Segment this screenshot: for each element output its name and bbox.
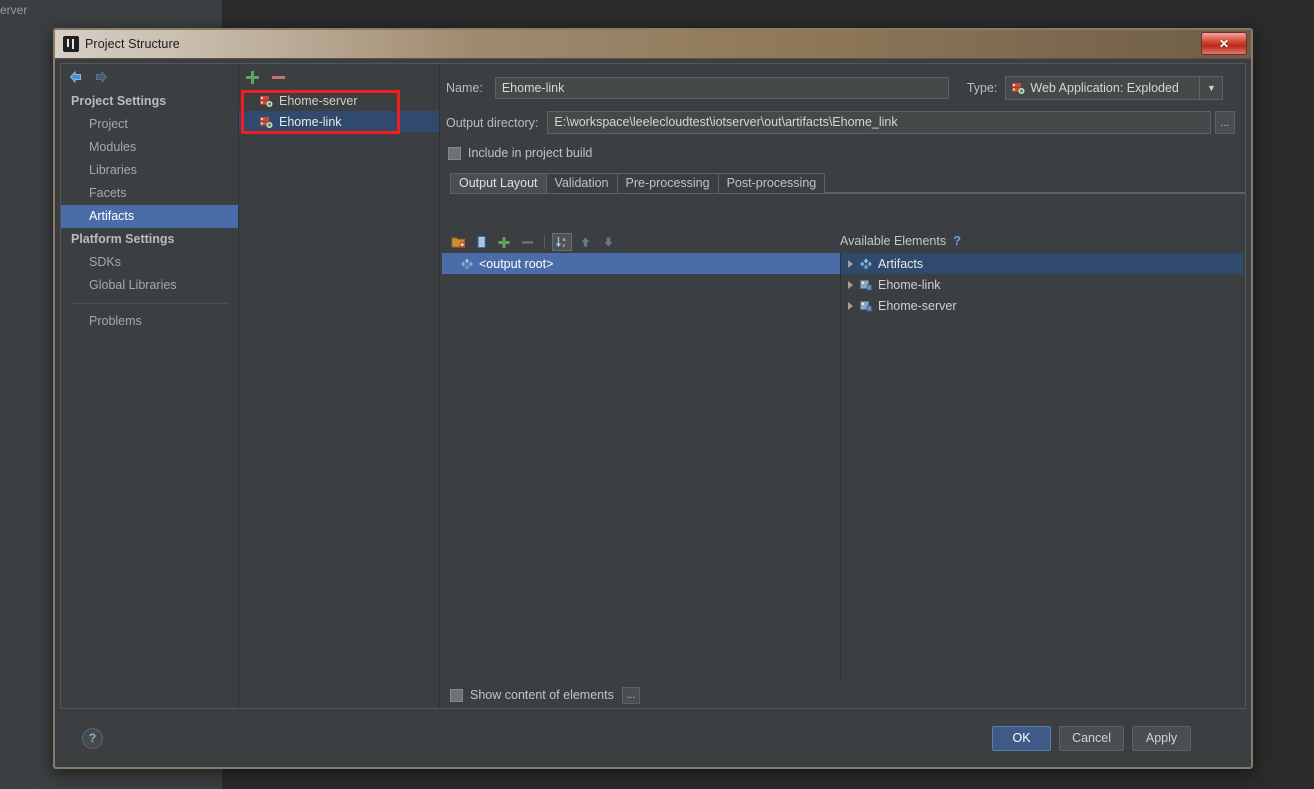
- output-directory-input[interactable]: [547, 111, 1211, 134]
- tab-validation[interactable]: Validation: [545, 173, 618, 193]
- navigation-arrows: [61, 64, 238, 90]
- add-copy-icon[interactable]: [494, 233, 514, 251]
- cancel-button[interactable]: Cancel: [1059, 725, 1124, 751]
- browse-directory-button[interactable]: ...: [1215, 111, 1235, 134]
- sidebar-item-global-libraries[interactable]: Global Libraries: [61, 274, 238, 297]
- dialog-footer: ? OK Cancel Apply: [60, 713, 1246, 763]
- available-elements-title: Available Elements: [840, 233, 947, 248]
- selection-bleed: [400, 111, 439, 132]
- settings-sidebar: Project Settings Project Modules Librari…: [61, 64, 239, 708]
- name-label: Name:: [446, 81, 483, 95]
- artifact-list-panel: Ehome-server Ehome-link: [239, 64, 440, 708]
- minus-icon[interactable]: [271, 70, 286, 85]
- intellij-idea-icon: [63, 36, 79, 52]
- tree-node-label: Ehome-server: [878, 298, 957, 313]
- sidebar-group-platform-settings: Platform Settings: [71, 232, 175, 246]
- sidebar-item-facets[interactable]: Facets: [61, 182, 238, 205]
- dialog-body: Project Settings Project Modules Librari…: [60, 63, 1246, 709]
- apply-button[interactable]: Apply: [1132, 725, 1191, 751]
- name-row: Name: Type: Web Applicatio: [440, 64, 1245, 100]
- module-icon: [859, 278, 873, 292]
- tree-node-label: <output root>: [479, 256, 554, 271]
- artifact-item-label: Ehome-link: [279, 114, 342, 129]
- chevron-down-icon[interactable]: ▼: [1199, 77, 1222, 99]
- show-content-checkbox[interactable]: [450, 688, 463, 702]
- tree-node-ehome-link[interactable]: Ehome-link: [841, 274, 1243, 295]
- include-in-project-build-label: Include in project build: [468, 146, 593, 160]
- tree-node-ehome-server[interactable]: Ehome-server: [841, 295, 1243, 316]
- artifact-icon: [259, 94, 273, 108]
- output-layout-header: a z Available Elements ?: [442, 231, 1243, 253]
- add-directory-icon[interactable]: [448, 233, 468, 251]
- output-root-icon: [460, 257, 474, 271]
- dialog-title: Project Structure: [85, 37, 180, 51]
- output-directory-label: Output directory:: [446, 115, 539, 130]
- type-label: Type:: [966, 81, 998, 95]
- artifact-editor-panel: Name: Type: Web Applicatio: [440, 64, 1245, 708]
- output-layout-panel: a z Available Elements ? <output root> A…: [442, 231, 1243, 708]
- tab-pre-processing[interactable]: Pre-processing: [616, 173, 719, 193]
- artifacts-group-icon: [859, 257, 873, 271]
- ok-button[interactable]: OK: [992, 725, 1052, 751]
- sidebar-item-project[interactable]: Project: [61, 113, 238, 136]
- sidebar-item-modules[interactable]: Modules: [61, 136, 238, 159]
- svg-text:z: z: [562, 243, 565, 249]
- show-content-more-button[interactable]: ...: [621, 686, 640, 704]
- sidebar-item-problems[interactable]: Problems: [61, 310, 238, 333]
- layout-panes: <output root> Artifacts Ehome-link Ehome…: [442, 253, 1243, 682]
- sidebar-divider: [71, 303, 228, 304]
- show-content-row[interactable]: Show content of elements ...: [442, 682, 1243, 708]
- sidebar-item-sdks[interactable]: SDKs: [61, 251, 238, 274]
- move-up-icon[interactable]: [575, 233, 595, 251]
- name-input[interactable]: [494, 77, 949, 99]
- arrow-left-icon[interactable]: [68, 69, 84, 85]
- chevron-right-icon[interactable]: [841, 280, 859, 289]
- remove-icon[interactable]: [517, 233, 537, 251]
- sidebar-group-project-settings: Project Settings: [71, 94, 167, 108]
- plus-icon[interactable]: [245, 70, 260, 85]
- editor-tabs: Output Layout Validation Pre-processing …: [450, 172, 1245, 194]
- dialog-titlebar[interactable]: Project Structure ✕: [55, 30, 1251, 59]
- chevron-right-icon[interactable]: [841, 301, 859, 310]
- background-window-label: erver: [0, 0, 222, 20]
- arrow-right-icon[interactable]: [93, 69, 109, 85]
- artifact-icon: [1011, 81, 1025, 95]
- artifact-item-label: Ehome-server: [279, 93, 358, 108]
- tab-output-layout[interactable]: Output Layout: [450, 173, 547, 193]
- footer-buttons: OK Cancel Apply: [992, 725, 1191, 751]
- sidebar-item-artifacts[interactable]: Artifacts: [61, 205, 238, 228]
- sort-icon[interactable]: a z: [552, 233, 572, 251]
- output-root-tree: <output root>: [442, 253, 841, 682]
- include-in-project-build-row[interactable]: Include in project build: [440, 134, 1245, 160]
- show-content-label: Show content of elements: [470, 688, 614, 702]
- add-archive-icon[interactable]: [471, 233, 491, 251]
- toolbar-divider: [544, 235, 545, 249]
- tree-node-label: Artifacts: [878, 256, 924, 271]
- close-button[interactable]: ✕: [1201, 32, 1247, 55]
- available-elements-tree: Artifacts Ehome-link Ehome-server: [841, 253, 1243, 682]
- help-icon[interactable]: ?: [953, 233, 961, 248]
- output-directory-row: Output directory: ...: [440, 100, 1245, 134]
- type-dropdown[interactable]: Web Application: Exploded ▼: [1005, 76, 1224, 100]
- module-icon: [859, 299, 873, 313]
- tabs-filler: [824, 192, 1245, 193]
- sidebar-item-libraries[interactable]: Libraries: [61, 159, 238, 182]
- type-dropdown-value: Web Application: Exploded: [1030, 81, 1179, 95]
- output-layout-toolbar: a z: [442, 233, 618, 251]
- artifact-list-toolbar: [239, 64, 439, 90]
- tree-node-output-root[interactable]: <output root>: [442, 253, 840, 274]
- include-in-project-build-checkbox[interactable]: [448, 146, 461, 160]
- tree-node-label: Ehome-link: [878, 277, 941, 292]
- project-structure-dialog: Project Structure ✕ Project Settings Pro…: [53, 28, 1253, 769]
- move-down-icon[interactable]: [598, 233, 618, 251]
- artifact-icon: [259, 115, 273, 129]
- chevron-right-icon[interactable]: [841, 259, 859, 268]
- artifact-item-ehome-server[interactable]: Ehome-server: [239, 90, 439, 111]
- help-button[interactable]: ?: [82, 727, 103, 749]
- tree-node-artifacts[interactable]: Artifacts: [841, 253, 1243, 274]
- tab-post-processing[interactable]: Post-processing: [717, 173, 826, 193]
- available-elements-header: Available Elements ?: [840, 233, 961, 248]
